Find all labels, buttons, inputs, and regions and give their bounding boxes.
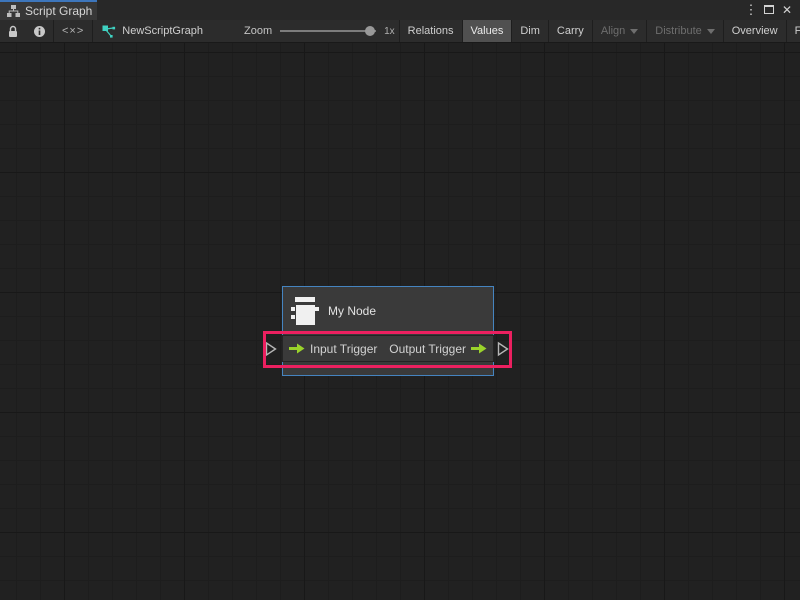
info-icon	[33, 25, 46, 38]
node-title: My Node	[328, 304, 376, 318]
close-icon[interactable]: ✕	[780, 2, 794, 18]
zoom-label: Zoom	[244, 25, 272, 37]
chevron-down-icon	[630, 29, 638, 34]
graph-name-button[interactable]: NewScriptGraph	[93, 20, 212, 42]
unit-icon	[289, 296, 319, 327]
zoom-control: Zoom 1x	[244, 20, 399, 42]
inspect-button[interactable]	[26, 20, 53, 42]
align-label: Align	[601, 25, 625, 37]
node-header[interactable]: My Node	[283, 287, 493, 335]
tab-title: Script Graph	[25, 4, 92, 18]
lock-button[interactable]	[0, 20, 26, 42]
external-output-port-icon[interactable]	[497, 341, 509, 357]
input-trigger-label: Input Trigger	[310, 342, 377, 356]
dim-toggle[interactable]: Dim	[512, 20, 548, 42]
distribute-label: Distribute	[655, 25, 701, 37]
carry-toggle[interactable]: Carry	[549, 20, 592, 42]
zoom-value: 1x	[384, 26, 395, 37]
window-titlebar: Script Graph ⋮ ✕	[0, 0, 800, 20]
zoom-slider[interactable]	[280, 30, 376, 32]
input-trigger-port[interactable]: Input Trigger	[289, 342, 377, 356]
output-trigger-port[interactable]: Output Trigger	[389, 342, 487, 356]
graph-asset-icon	[102, 25, 116, 38]
trigger-arrow-icon	[471, 342, 487, 355]
chevron-down-icon	[707, 29, 715, 34]
overview-button[interactable]: Overview	[724, 20, 786, 42]
fullscreen-button[interactable]: Full S	[787, 20, 800, 42]
code-preview-button[interactable]: <×>	[54, 20, 92, 42]
tab-script-graph[interactable]: Script Graph	[0, 0, 97, 20]
trigger-arrow-icon	[289, 342, 305, 355]
lock-icon	[7, 25, 19, 38]
external-input-port-icon[interactable]	[265, 341, 277, 357]
distribute-dropdown[interactable]: Distribute	[647, 20, 722, 42]
window-controls: ⋮ ✕	[744, 0, 800, 20]
zoom-slider-handle[interactable]	[365, 26, 375, 36]
script-graph-icon	[7, 5, 20, 17]
graph-toolbar: <×> NewScriptGraph Zoom 1x Relations Val…	[0, 20, 800, 43]
align-dropdown[interactable]: Align	[593, 20, 646, 42]
output-trigger-label: Output Trigger	[389, 342, 466, 356]
maximize-icon[interactable]	[764, 1, 774, 19]
node-port-row: Input Trigger Output Trigger	[282, 335, 494, 362]
values-toggle[interactable]: Values	[463, 20, 512, 42]
node-my-node[interactable]: My Node Input Trigger Output Trigger	[282, 286, 494, 376]
relations-toggle[interactable]: Relations	[400, 20, 462, 42]
window-menu-icon[interactable]: ⋮	[744, 2, 758, 18]
graph-name-label: NewScriptGraph	[122, 25, 203, 37]
